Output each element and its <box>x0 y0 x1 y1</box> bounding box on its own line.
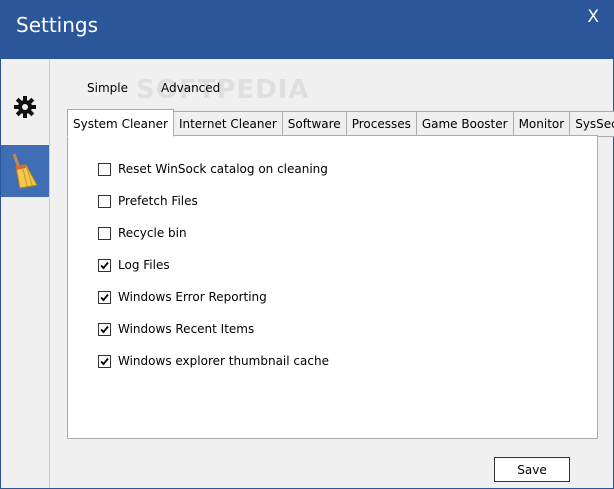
tab-game-booster[interactable]: Game Booster <box>415 111 514 137</box>
tab-monitor[interactable]: Monitor <box>512 111 571 137</box>
gear-icon <box>14 96 36 118</box>
sidebar <box>1 59 50 488</box>
mode-advanced[interactable]: Advanced <box>161 81 220 95</box>
window-title: Settings <box>16 13 99 37</box>
option-recycle-bin[interactable]: Recycle bin <box>98 226 187 240</box>
sidebar-item-cleaner[interactable] <box>1 145 49 197</box>
option-label: Windows explorer thumbnail cache <box>118 354 329 368</box>
option-windows-recent-items[interactable]: Windows Recent Items <box>98 322 254 336</box>
tab-internet-cleaner[interactable]: Internet Cleaner <box>172 111 283 137</box>
option-label: Windows Error Reporting <box>118 290 267 304</box>
option-log-files[interactable]: Log Files <box>98 258 170 272</box>
save-button[interactable]: Save <box>494 457 570 482</box>
option-reset-winsock[interactable]: Reset WinSock catalog on cleaning <box>98 162 328 176</box>
tab-system-cleaner[interactable]: System Cleaner <box>67 109 174 137</box>
settings-window: Settings X SOFTPEDIA Simple Advanced Sys… <box>0 0 614 489</box>
tab-processes[interactable]: Processes <box>345 111 417 137</box>
tab-software[interactable]: Software <box>281 111 347 137</box>
option-label: Prefetch Files <box>118 194 198 208</box>
checkbox[interactable] <box>98 290 111 304</box>
title-bar: Settings X <box>1 1 613 59</box>
option-label: Windows Recent Items <box>118 322 255 336</box>
tab-panel-system-cleaner: Reset WinSock catalog on cleaning Prefet… <box>67 135 598 439</box>
broom-icon <box>12 153 38 189</box>
checkbox[interactable] <box>98 258 111 272</box>
option-prefetch-files[interactable]: Prefetch Files <box>98 194 198 208</box>
sidebar-item-settings[interactable] <box>1 81 49 133</box>
checkbox[interactable] <box>98 322 111 336</box>
option-label: Recycle bin <box>118 226 187 240</box>
checkbox[interactable] <box>98 354 111 368</box>
checkbox[interactable] <box>98 162 111 176</box>
option-label: Log Files <box>118 258 170 272</box>
tab-strip: System Cleaner Internet Cleaner Software… <box>67 109 614 137</box>
option-windows-error-reporting[interactable]: Windows Error Reporting <box>98 290 267 304</box>
mode-simple[interactable]: Simple <box>87 81 128 95</box>
option-thumbnail-cache[interactable]: Windows explorer thumbnail cache <box>98 354 329 368</box>
tab-syssecure[interactable]: SysSecure <box>569 111 614 137</box>
checkbox[interactable] <box>98 226 111 240</box>
option-label: Reset WinSock catalog on cleaning <box>118 162 328 176</box>
close-button[interactable]: X <box>587 7 599 27</box>
checkbox[interactable] <box>98 194 111 208</box>
